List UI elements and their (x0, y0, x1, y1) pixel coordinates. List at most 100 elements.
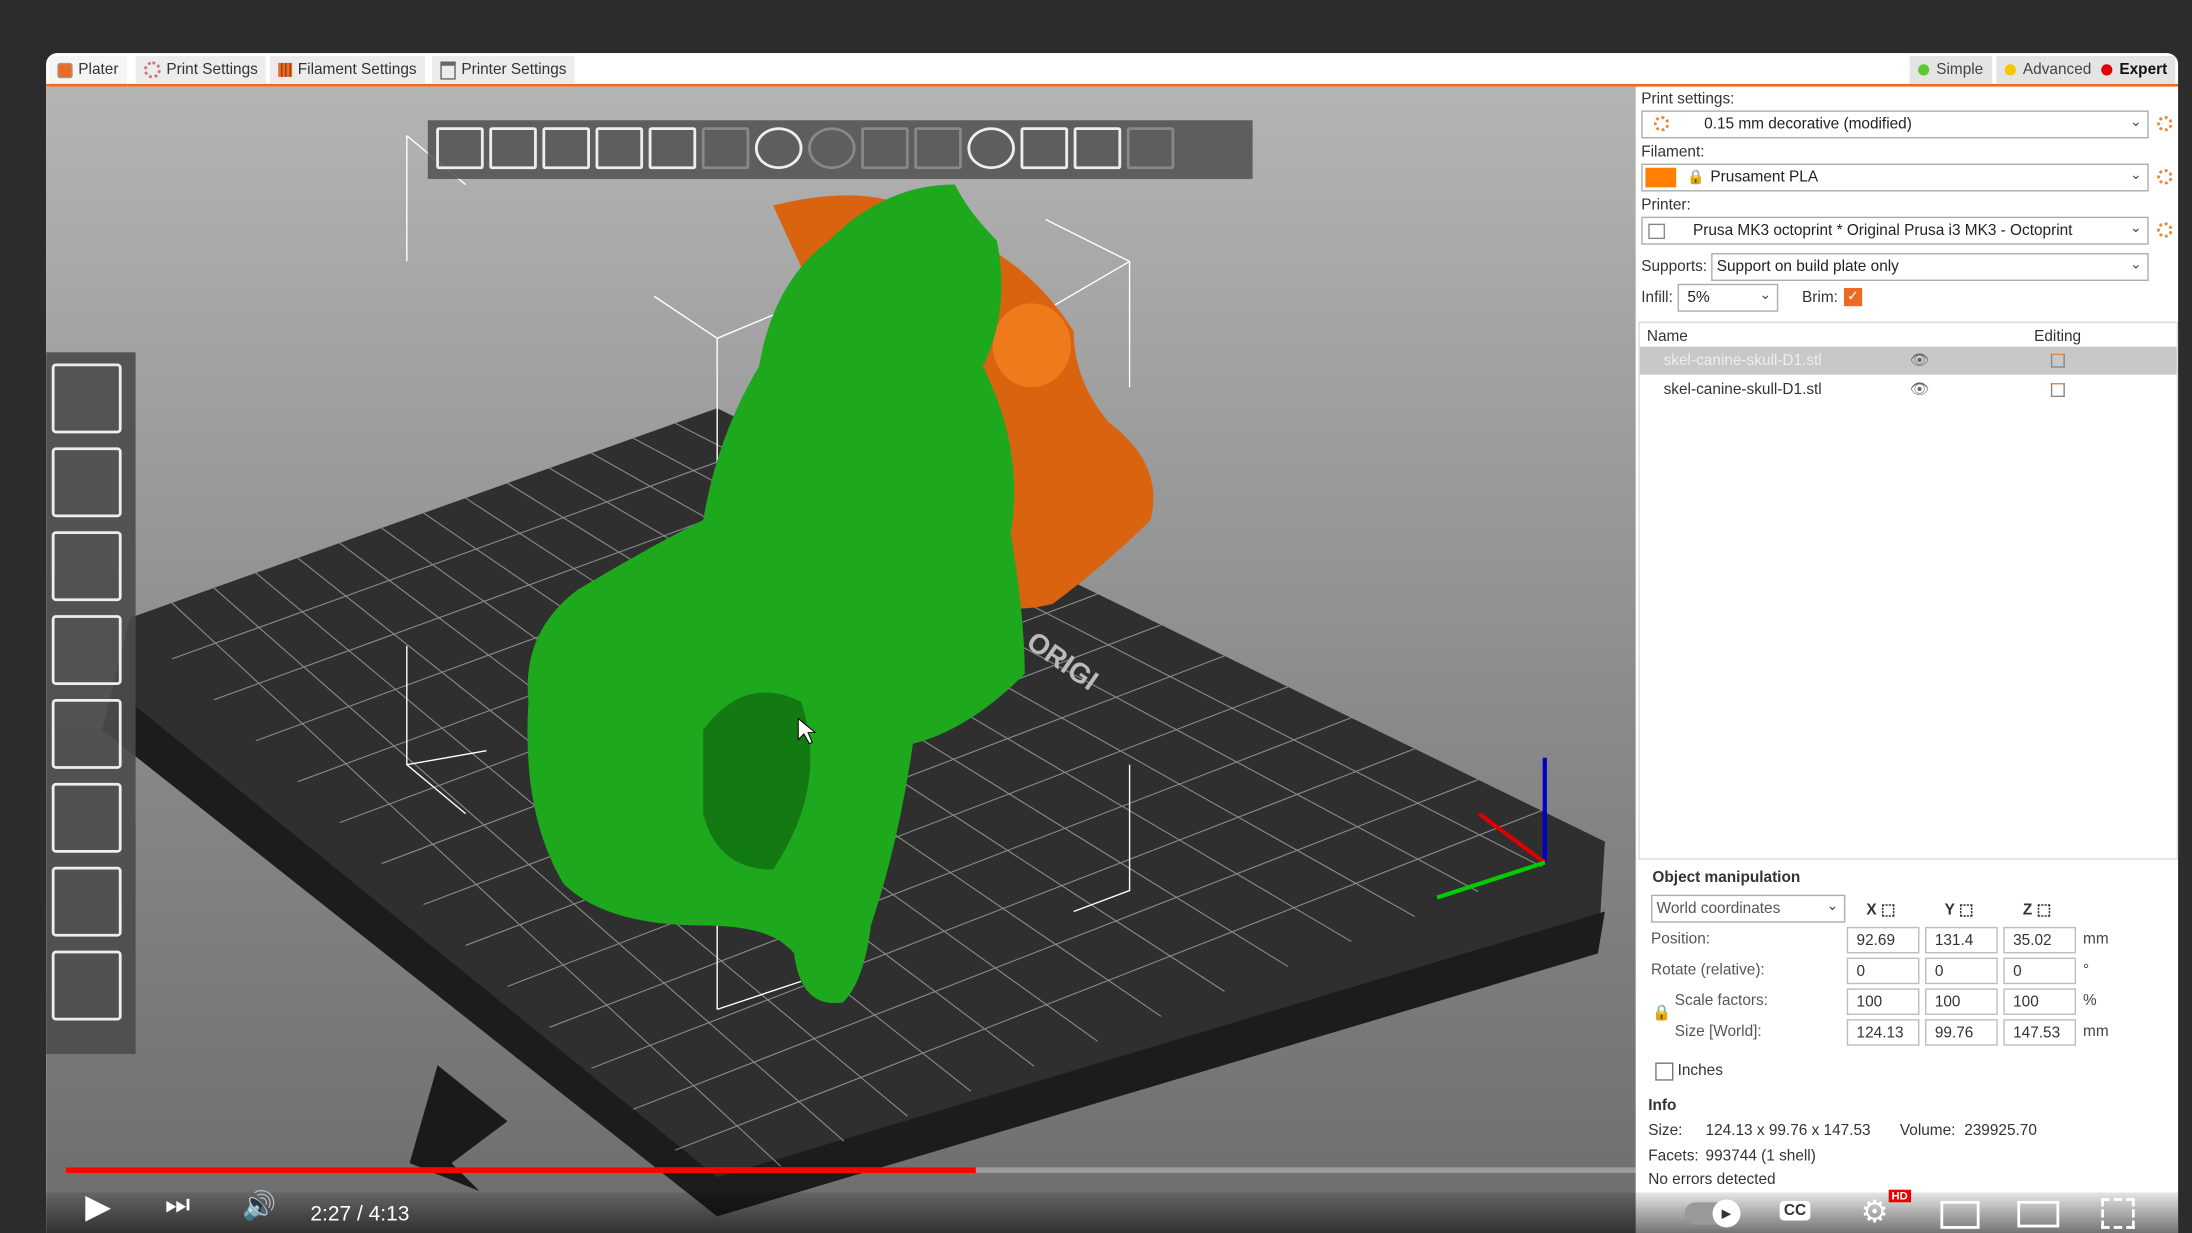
infill-combo[interactable]: 5% ⌄ (1677, 283, 1779, 312)
scale-icon[interactable] (51, 447, 122, 518)
mode-expert[interactable]: Expert (2092, 55, 2176, 84)
manip-input-y[interactable]: 99.76 (1925, 1019, 1998, 1046)
arrange-icon[interactable] (595, 127, 644, 170)
settings-gear-icon[interactable]: ⚙ (1861, 1194, 1889, 1230)
info-size-value: 124.13 x 99.76 x 147.53 (1705, 1122, 1871, 1140)
info-volume-label: Volume: (1899, 1122, 1956, 1140)
add-icon[interactable] (436, 127, 484, 170)
scale-lock-icon[interactable]: 🔒 (1652, 1004, 1671, 1022)
manip-input-z[interactable]: 35.02 (2003, 926, 2077, 954)
play-icon[interactable]: ▶ (85, 1187, 111, 1228)
manip-input-z[interactable]: 0 (2003, 957, 2077, 985)
delete-all-icon[interactable] (542, 127, 590, 170)
tab-print-settings[interactable]: Print Settings (135, 55, 267, 84)
printer-gear-icon[interactable] (2157, 222, 2173, 238)
support-paint-icon[interactable] (51, 782, 122, 853)
manip-input-x[interactable]: 92.69 (1846, 926, 1920, 954)
unit-label: mm (2083, 931, 2109, 948)
left-toolbar (46, 352, 136, 1055)
chevron-down-icon: ⌄ (1759, 287, 1772, 304)
filament-icon (278, 62, 293, 77)
copy-icon[interactable] (648, 127, 697, 170)
hd-badge: HD (1888, 1189, 1911, 1203)
search-icon[interactable] (967, 127, 1015, 170)
info-title: Info (1648, 1097, 1677, 1115)
tab-printer-settings[interactable]: Printer Settings (431, 55, 575, 84)
chevron-down-icon: ⌄ (2130, 257, 2142, 273)
chevron-down-icon: ⌄ (2130, 167, 2142, 184)
mode-advanced[interactable]: Advanced (1996, 55, 2100, 84)
inches-checkbox[interactable] (1655, 1062, 1674, 1081)
coordinates-combo[interactable]: World coordinates ⌄ (1651, 894, 1846, 923)
video-progress-bar[interactable] (65, 1167, 1636, 1173)
autoplay-toggle[interactable]: ▶ (1684, 1199, 1741, 1228)
manip-row-label: Size [World]: (1674, 1023, 1762, 1041)
printer-combo[interactable]: Prusa MK3 octoprint * Original Prusa i3 … (1641, 216, 2149, 245)
column-header-name: Name (1646, 328, 1688, 346)
object-list: Name Editing skel-canine-skull-D1.stl 👁 … (1638, 321, 2179, 860)
place-on-face-icon[interactable] (51, 615, 122, 686)
cut-icon[interactable] (51, 699, 122, 769)
filament-gear-icon[interactable] (2157, 169, 2173, 185)
combo-value: 5% (1687, 289, 1710, 307)
manip-input-y[interactable]: 131.4 (1925, 926, 1998, 954)
delete-icon[interactable] (489, 127, 537, 170)
3d-viewport[interactable]: ORIGI (46, 86, 1636, 1233)
tab-filament-settings[interactable]: Filament Settings (269, 55, 425, 84)
manip-input-y[interactable]: 100 (1925, 988, 1998, 1015)
mode-simple[interactable]: Simple (1909, 55, 1992, 84)
tab-label: Plater (78, 61, 119, 79)
manip-input-x[interactable]: 0 (1846, 957, 1920, 985)
rotate-icon[interactable] (51, 531, 122, 602)
volume-icon[interactable]: 🔊 (242, 1188, 277, 1223)
object-manipulation-title: Object manipulation (1652, 869, 1801, 887)
paste-icon[interactable] (701, 127, 750, 170)
prusaslicer-window: Plater Print Settings Filament Settings … (46, 53, 2179, 1233)
eye-icon[interactable]: 👁 (1910, 380, 1930, 399)
scene: ORIGI (102, 135, 1605, 1217)
gear-icon (1653, 116, 1670, 132)
chevron-down-icon: ⌄ (1826, 898, 1839, 915)
next-icon[interactable]: ⏭ (165, 1190, 190, 1222)
measure-icon[interactable] (51, 950, 122, 1021)
manip-input-x[interactable]: 100 (1846, 988, 1920, 1015)
move-icon[interactable] (51, 363, 122, 434)
manip-input-y[interactable]: 0 (1925, 957, 1998, 985)
info-errors: No errors detected (1648, 1171, 1776, 1189)
manip-row-label: Position: (1651, 931, 1711, 948)
object-name: skel-canine-skull-D1.stl (1663, 381, 1822, 399)
supports-combo[interactable]: Support on build plate only ⌄ (1711, 253, 2149, 281)
theater-mode-icon[interactable] (2017, 1200, 2060, 1228)
gear-icon (143, 61, 161, 79)
seam-paint-icon[interactable] (51, 866, 122, 937)
filament-combo[interactable]: 🔒 Prusament PLA ⌄ (1641, 163, 2149, 192)
list-item[interactable]: skel-canine-skull-D1.stl 👁 (1640, 376, 2177, 404)
edit-icon[interactable] (2050, 353, 2065, 368)
combo-value: 0.15 mm decorative (modified) (1704, 116, 1912, 133)
split-objects-icon[interactable] (861, 127, 909, 170)
eye-icon[interactable]: 👁 (1910, 351, 1930, 369)
filament-color-swatch (1645, 167, 1677, 188)
list-item[interactable]: skel-canine-skull-D1.stl 👁 (1639, 346, 2177, 375)
miniplayer-icon[interactable] (1940, 1200, 1980, 1229)
manip-input-x[interactable]: 124.13 (1846, 1019, 1920, 1046)
brim-checkbox[interactable]: ✓ (1843, 287, 1863, 307)
combo-value: Prusament PLA (1710, 169, 1819, 186)
column-header-editing: Editing (2034, 328, 2082, 346)
manip-input-z[interactable]: 147.53 (2003, 1019, 2077, 1046)
print-settings-gear-icon[interactable] (2157, 116, 2173, 132)
captions-button[interactable]: CC (1779, 1200, 1811, 1221)
lock-icon: 🔒 (1687, 169, 1705, 186)
fullscreen-icon[interactable] (2101, 1198, 2135, 1229)
redo-icon[interactable] (1126, 127, 1175, 170)
add-instance-icon[interactable] (754, 127, 803, 170)
split-parts-icon[interactable] (914, 127, 962, 170)
edit-icon[interactable] (2050, 383, 2065, 398)
tab-plater[interactable]: Plater (48, 55, 127, 87)
print-settings-combo[interactable]: 0.15 mm decorative (modified) ⌄ (1641, 110, 2149, 139)
manip-input-z[interactable]: 100 (2003, 988, 2077, 1015)
manip-row-label: Rotate (relative): (1651, 961, 1765, 979)
remove-instance-icon[interactable] (808, 127, 856, 170)
undo-icon[interactable] (1073, 127, 1122, 170)
layers-icon[interactable] (1020, 127, 1069, 170)
